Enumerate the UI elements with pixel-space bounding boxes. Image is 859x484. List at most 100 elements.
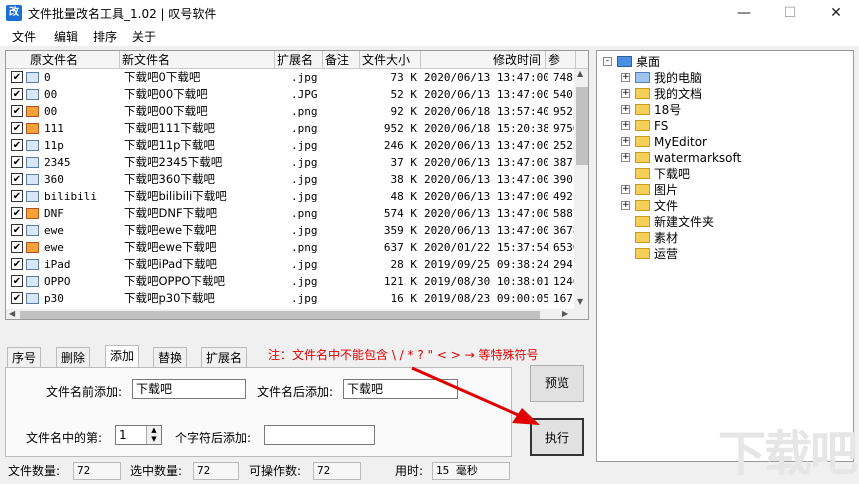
original-name-cell: 11p xyxy=(44,139,64,152)
expand-icon[interactable]: + xyxy=(621,89,630,98)
row-checkbox[interactable]: ✔ xyxy=(11,190,23,202)
tab-add[interactable]: 添加 xyxy=(105,345,140,368)
scroll-up-icon[interactable]: ▲ xyxy=(577,69,583,78)
time-cell: 2019/08/23 09:00:05 xyxy=(424,292,548,305)
horizontal-scroll-thumb[interactable] xyxy=(20,311,540,319)
red-arrow-annotation xyxy=(411,366,540,425)
tree-item-label[interactable]: 我的文档 xyxy=(654,86,702,102)
column-extra[interactable]: 参 xyxy=(546,51,576,69)
row-checkbox[interactable]: ✔ xyxy=(11,173,23,185)
vertical-scroll-thumb[interactable] xyxy=(576,87,588,165)
row-checkbox[interactable]: ✔ xyxy=(11,105,23,117)
column-file-size[interactable]: 文件大小 xyxy=(360,51,421,69)
after-input[interactable] xyxy=(264,425,375,445)
scroll-down-icon[interactable]: ▼ xyxy=(577,297,583,306)
column-extension[interactable]: 扩展名 xyxy=(275,51,323,69)
row-checkbox[interactable]: ✔ xyxy=(11,207,23,219)
time-cell: 2020/06/18 13:57:40 xyxy=(424,105,548,118)
tree-item-label[interactable]: 素材 xyxy=(654,230,678,246)
column-new-name[interactable]: 新文件名 xyxy=(120,51,275,69)
size-cell: 52 K xyxy=(390,88,418,101)
table-row[interactable]: ✔ ewe 下载吧ewe下载吧 .jpg 359 K 2020/06/13 13:47:0… xyxy=(6,222,580,239)
row-checkbox[interactable]: ✔ xyxy=(11,275,23,287)
original-name-cell: 0 xyxy=(44,71,51,84)
row-checkbox[interactable]: ✔ xyxy=(11,122,23,134)
table-row[interactable]: ✔ 00 下载吧00下载吧 .png 92 K 2020/06/18 13:57:40 95… xyxy=(6,103,574,120)
table-row[interactable]: ✔ OPPO 下载吧OPPO下载吧 .jpg 121 K 2019/08/30 10:38… xyxy=(6,273,580,290)
tree-item-label[interactable]: 运营 xyxy=(654,246,678,262)
tree-item-label[interactable]: 下载吧 xyxy=(654,166,690,182)
original-name-cell: p30 xyxy=(44,292,64,305)
size-cell: 952 K xyxy=(383,122,417,135)
extension-cell: .jpg xyxy=(291,258,318,271)
folder-tree[interactable]: - 桌面 + 我的电脑 + 我的文档 +18号 + FS + MyEditor + watermarks… xyxy=(596,50,854,462)
extension-cell: .JPG xyxy=(291,88,318,101)
expand-icon[interactable]: + xyxy=(621,105,630,114)
maximize-button[interactable]: ☐ xyxy=(767,0,813,26)
tab-sequence[interactable]: 序号 xyxy=(7,347,42,367)
table-row[interactable]: ✔ 0 下载吧0下载吧 .jpg 73 K 2020/06/13 13:47:00 748 xyxy=(6,69,574,86)
expand-icon[interactable]: + xyxy=(621,185,630,194)
expand-icon[interactable]: + xyxy=(621,201,630,210)
close-button[interactable]: ✕ xyxy=(813,0,859,26)
expand-icon[interactable]: + xyxy=(621,137,630,146)
row-checkbox[interactable]: ✔ xyxy=(11,71,23,83)
row-checkbox[interactable]: ✔ xyxy=(11,241,23,253)
table-row[interactable]: ✔ 111 下载吧111下载吧 .png 952 K 2020/06/18 15:20:3… xyxy=(6,120,580,137)
position-label: 文件名中的第: xyxy=(26,431,103,445)
row-checkbox[interactable]: ✔ xyxy=(11,258,23,270)
table-row[interactable]: ✔ iPad 下载吧iPad下载吧 .jpg 28 K 2019/09/25 09:38:… xyxy=(6,256,574,273)
row-checkbox[interactable]: ✔ xyxy=(11,88,23,100)
column-original-name[interactable]: 原文件名 xyxy=(6,51,120,69)
menu-sort[interactable]: 排序 xyxy=(93,28,117,45)
scroll-left-icon[interactable]: ◀ xyxy=(9,309,15,318)
tree-item-label[interactable]: MyEditor xyxy=(654,134,707,150)
computer-icon xyxy=(635,72,650,83)
table-row[interactable]: ✔ 2345 下载吧2345下载吧 .jpg 37 K 2020/06/13 13:47:… xyxy=(6,154,574,171)
table-row[interactable]: ✔ 360 下载吧360下载吧 .jpg 38 K 2020/06/13 13:47:00… xyxy=(6,171,574,188)
table-row[interactable]: ✔ p30 下载吧p30下载吧 .jpg 16 K 2019/08/23 09:00:05… xyxy=(6,290,574,307)
column-modified-time[interactable]: 修改时间 xyxy=(421,51,546,69)
prefix-input[interactable]: 下载吧 xyxy=(132,379,246,399)
menu-file[interactable]: 文件 xyxy=(12,28,36,45)
extension-cell: .png xyxy=(291,122,318,135)
row-checkbox[interactable]: ✔ xyxy=(11,224,23,236)
time-cell: 2020/06/13 13:47:00 xyxy=(424,207,548,220)
column-remark[interactable]: 备注 xyxy=(323,51,360,69)
table-row[interactable]: ✔ bilibili 下载吧bilibili下载吧 .jpg 48 K 2020/06/1… xyxy=(6,188,574,205)
tab-delete[interactable]: 删除 xyxy=(56,347,91,367)
tree-item-label[interactable]: watermarksoft xyxy=(654,150,741,166)
menu-bar: 文件 编辑 排序 关于 xyxy=(0,26,859,46)
tab-replace[interactable]: 替换 xyxy=(153,347,188,367)
tree-item-label[interactable]: 18号 xyxy=(654,102,681,118)
tree-item-label[interactable]: 新建文件夹 xyxy=(654,214,714,230)
collapse-icon[interactable]: - xyxy=(603,57,612,66)
scroll-right-icon[interactable]: ▶ xyxy=(562,309,568,318)
tab-extension[interactable]: 扩展名 xyxy=(201,347,248,367)
tree-item-label[interactable]: 我的电脑 xyxy=(654,70,702,86)
row-checkbox[interactable]: ✔ xyxy=(11,156,23,168)
position-stepper[interactable]: 1 ▲ ▼ xyxy=(115,425,162,445)
file-icon xyxy=(26,191,39,202)
extension-cell: .jpg xyxy=(291,224,318,237)
stepper-arrows-icon[interactable]: ▲ ▼ xyxy=(146,426,161,444)
time-cell: 2019/09/25 09:38:24 xyxy=(424,258,548,271)
tree-item-label[interactable]: 桌面 xyxy=(636,54,660,70)
expand-icon[interactable]: + xyxy=(621,73,630,82)
extension-cell: .jpg xyxy=(291,139,318,152)
tree-item-label[interactable]: FS xyxy=(654,118,668,134)
minimize-button[interactable]: — xyxy=(721,0,767,26)
table-row[interactable]: ✔ 00 下载吧00下载吧 .JPG 52 K 2020/06/13 13:47:00 54… xyxy=(6,86,574,103)
table-row[interactable]: ✔ ewe 下载吧ewe下载吧 .png 637 K 2020/01/22 15:37:5… xyxy=(6,239,580,256)
menu-edit[interactable]: 编辑 xyxy=(54,28,78,45)
row-checkbox[interactable]: ✔ xyxy=(11,139,23,151)
expand-icon[interactable]: + xyxy=(621,121,630,130)
table-row[interactable]: ✔ DNF 下载吧DNF下载吧 .png 574 K 2020/06/13 13:47:0… xyxy=(6,205,580,222)
menu-about[interactable]: 关于 xyxy=(132,28,156,45)
tree-item-label[interactable]: 图片 xyxy=(654,182,678,198)
row-checkbox[interactable]: ✔ xyxy=(11,292,23,304)
expand-icon[interactable]: + xyxy=(621,153,630,162)
file-table[interactable]: 原文件名 新文件名 扩展名 备注 文件大小 修改时间 参 ✔ 0 下载吧0下载吧 .j… xyxy=(5,50,589,320)
table-row[interactable]: ✔ 11p 下载吧11p下载吧 .jpg 246 K 2020/06/13 13:47:0… xyxy=(6,137,580,154)
tree-item-label[interactable]: 文件 xyxy=(654,198,678,214)
